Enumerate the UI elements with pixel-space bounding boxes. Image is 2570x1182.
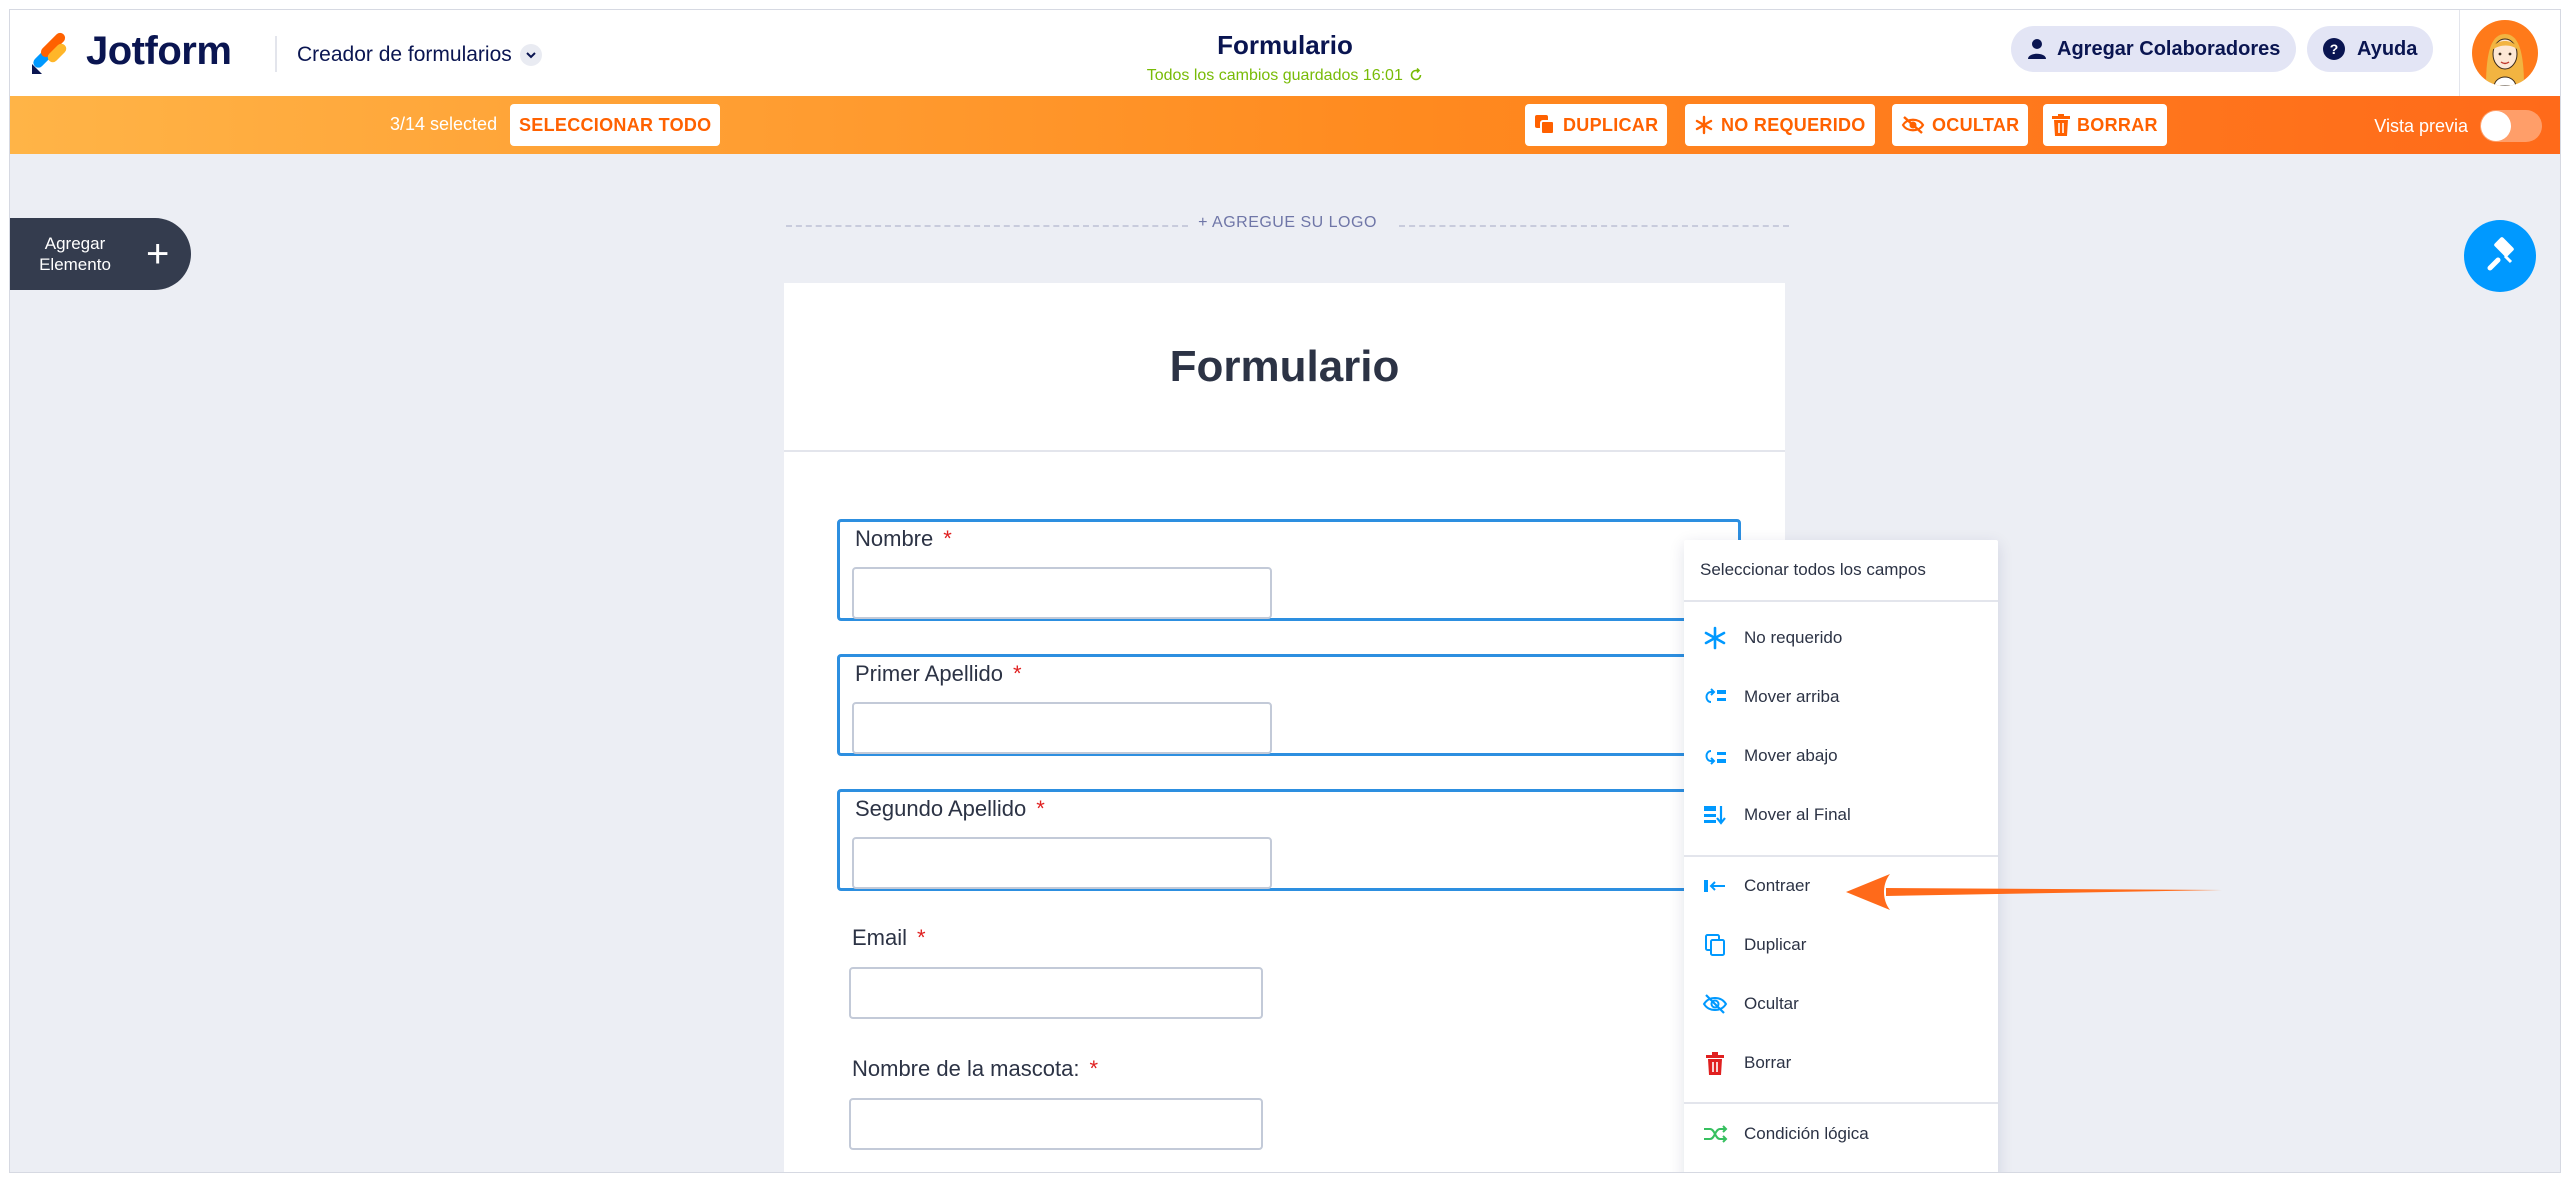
menu-item-hide[interactable]: Ocultar — [1684, 976, 1998, 1032]
avatar-divider — [2459, 10, 2460, 96]
add-collaborators-button[interactable]: Agregar Colaboradores — [2011, 26, 2297, 72]
field-label-text: Nombre de la mascota: — [852, 1056, 1080, 1081]
hide-icon — [1901, 116, 1925, 134]
preview-toggle[interactable] — [2480, 110, 2542, 142]
toggle-knob — [2481, 111, 2511, 141]
annotation-arrow — [1846, 874, 2222, 910]
field-nombre[interactable]: Nombre * — [837, 519, 1741, 621]
field-label: Nombre de la mascota: * — [852, 1056, 1098, 1082]
delete-button[interactable]: BORRAR — [2043, 104, 2167, 146]
logic-icon — [1704, 1125, 1728, 1143]
field-segundo-apellido[interactable]: Segundo Apellido * — [837, 789, 1741, 891]
text-input[interactable] — [849, 1098, 1263, 1150]
select-all-button[interactable]: SELECCIONAR TODO — [510, 104, 721, 146]
field-label-text: Nombre — [855, 526, 934, 551]
asterisk-icon — [1704, 626, 1726, 650]
not-required-label: NO REQUERIDO — [1721, 114, 1866, 135]
menu-item-label: Condición lógica — [1744, 1124, 1869, 1143]
add-element-button[interactable]: Agregar Elemento + — [10, 218, 191, 290]
avatar[interactable] — [2472, 20, 2538, 86]
required-asterisk: * — [1089, 1056, 1098, 1081]
delete-label: BORRAR — [2077, 114, 2158, 135]
required-asterisk: * — [1036, 796, 1045, 821]
selection-toolbar: 3/14 selected SELECCIONAR TODO DUPLICAR … — [10, 96, 2560, 154]
field-label-text: Primer Apellido — [855, 661, 1003, 686]
save-status-text: Todos los cambios guardados 16:01 — [1146, 67, 1403, 84]
form-designer-button[interactable] — [2464, 220, 2536, 292]
hide-button[interactable]: OCULTAR — [1892, 104, 2029, 146]
duplicate-icon — [1705, 934, 1725, 956]
menu-item-label: Mover al Final — [1744, 805, 1851, 824]
menu-item-label: Mover arriba — [1744, 687, 1840, 706]
duplicate-button[interactable]: DUPLICAR — [1525, 104, 1668, 146]
field-label: Nombre * — [855, 526, 952, 552]
duplicate-icon — [1535, 115, 1555, 135]
menu-divider — [1684, 1102, 1998, 1104]
text-input[interactable] — [852, 567, 1272, 619]
required-asterisk: * — [943, 526, 952, 551]
help-label: Ayuda — [2357, 37, 2418, 60]
add-element-label: Agregar Elemento — [39, 234, 111, 274]
move-to-end-icon — [1704, 806, 1726, 825]
menu-item-label: Contraer — [1744, 876, 1811, 895]
field-label-text: Segundo Apellido — [855, 796, 1027, 821]
select-all-fields-item[interactable]: Seleccionar todos los campos — [1684, 540, 1998, 602]
add-collaborators-label: Agregar Colaboradores — [2057, 37, 2281, 60]
select-all-fields-label: Seleccionar todos los campos — [1700, 560, 1926, 579]
menu-item-label: No requerido — [1744, 628, 1843, 647]
move-up-icon — [1705, 688, 1726, 703]
top-navigation-bar: Jotform Creador de formularios Formulari… — [10, 10, 2560, 96]
field-nombre-mascota[interactable]: Nombre de la mascota: * — [837, 1049, 1741, 1151]
field-context-menu: Seleccionar todos los campos No requerid… — [1684, 540, 1998, 1172]
menu-item-label: Ocultar — [1744, 994, 1799, 1013]
menu-item-label: Mover abajo — [1744, 746, 1838, 765]
menu-item-move-down[interactable]: Mover abajo — [1684, 728, 1998, 784]
field-label: Email * — [852, 925, 926, 951]
form-heading[interactable]: Formulario — [1170, 342, 1400, 392]
menu-item-label: Borrar — [1744, 1053, 1792, 1072]
menu-item-duplicate[interactable]: Duplicar — [1684, 917, 1998, 973]
selection-count: 3/14 selected — [390, 114, 498, 134]
add-logo-label: + AGREGUE SU LOGO — [1198, 214, 1377, 231]
plus-icon: + — [146, 231, 170, 276]
refresh-icon[interactable] — [1409, 67, 1423, 82]
menu-divider — [1684, 855, 1998, 857]
field-label: Primer Apellido * — [855, 661, 1022, 687]
hide-icon — [1702, 994, 1728, 1014]
form-card: Formulario Nombre * Primer Apellido * Segu… — [784, 283, 1785, 1172]
required-asterisk: * — [917, 925, 926, 950]
menu-item-label: Duplicar — [1744, 935, 1807, 954]
help-button[interactable]: ? Ayuda — [2307, 26, 2434, 72]
menu-item-move-to-end[interactable]: Mover al Final — [1684, 787, 1998, 843]
menu-item-delete[interactable]: Borrar — [1684, 1035, 1998, 1091]
collapse-icon — [1704, 880, 1725, 892]
asterisk-icon — [1695, 115, 1713, 135]
text-input[interactable] — [852, 837, 1272, 889]
add-logo-area[interactable]: + AGREGUE SU LOGO — [786, 214, 1789, 236]
paint-roller-icon — [2487, 237, 2514, 271]
field-label: Segundo Apellido * — [855, 796, 1045, 822]
required-asterisk: * — [1012, 661, 1022, 686]
field-primer-apellido[interactable]: Primer Apellido * — [837, 654, 1741, 756]
preview-toggle-group: Vista previa — [2374, 110, 2542, 142]
trash-icon — [2052, 114, 2070, 136]
question-icon: ? — [2323, 38, 2345, 60]
menu-item-move-up[interactable]: Mover arriba — [1684, 669, 1998, 725]
menu-item-logic-condition[interactable]: Condición lógica — [1684, 1106, 1998, 1162]
hide-label: OCULTAR — [1932, 114, 2020, 135]
email-input[interactable] — [849, 967, 1263, 1019]
field-label-text: Email — [852, 925, 908, 950]
field-email[interactable]: Email * — [837, 918, 1741, 1020]
app-window: Jotform Creador de formularios Formulari… — [9, 9, 2561, 1173]
not-required-button[interactable]: NO REQUERIDO — [1685, 104, 1875, 146]
user-icon — [2028, 39, 2046, 59]
duplicate-label: DUPLICAR — [1563, 114, 1659, 135]
form-header[interactable]: Formulario — [784, 283, 1785, 452]
menu-item-not-required[interactable]: No requerido — [1684, 610, 1998, 666]
preview-label: Vista previa — [2374, 115, 2468, 136]
move-down-icon — [1705, 750, 1726, 765]
text-input[interactable] — [852, 702, 1272, 754]
trash-icon — [1706, 1052, 1724, 1075]
avatar-illustration — [2486, 34, 2524, 86]
